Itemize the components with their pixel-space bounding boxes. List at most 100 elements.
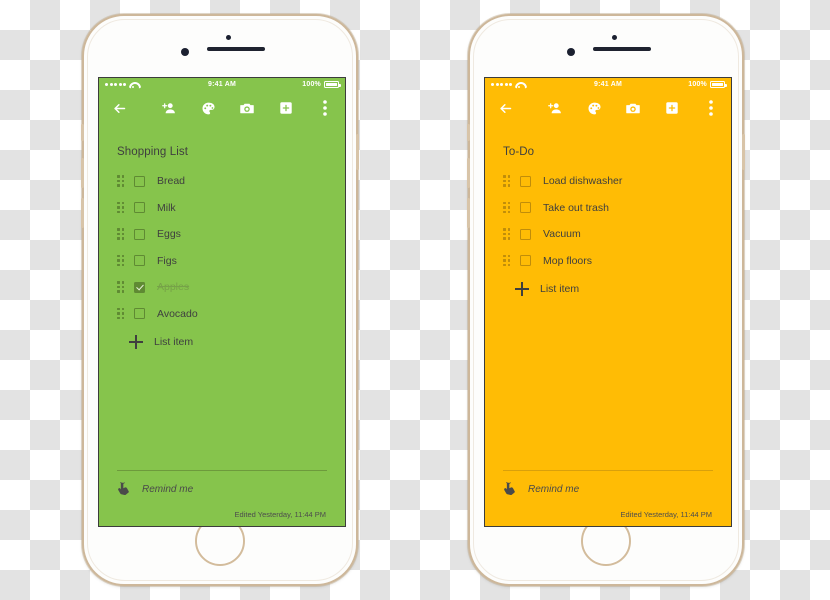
pointing-finger-icon: [503, 481, 516, 496]
add-list-item-label[interactable]: List item: [540, 283, 579, 295]
checklist-item[interactable]: Figs: [117, 248, 327, 275]
checklist-item-label[interactable]: Apples: [157, 281, 189, 293]
power-hardware-button[interactable]: [742, 134, 745, 170]
add-list-item-label[interactable]: List item: [154, 336, 193, 348]
pointing-finger-icon: [117, 481, 130, 496]
checklist-item-label[interactable]: Take out trash: [543, 202, 609, 214]
drag-handle-icon[interactable]: [503, 254, 513, 267]
toolbar-actions: [544, 97, 722, 119]
remind-me-label: Remind me: [528, 483, 580, 495]
plus-icon[interactable]: [129, 335, 143, 350]
proximity-sensor-icon: [226, 35, 231, 40]
footer-divider: [117, 470, 327, 471]
checkbox[interactable]: [134, 202, 145, 214]
earpiece-speaker: [593, 47, 651, 51]
remind-me-button[interactable]: Remind me: [503, 481, 713, 496]
checklist-item-label[interactable]: Load dishwasher: [543, 175, 622, 187]
add-list-item-row[interactable]: List item: [117, 329, 327, 356]
checkbox[interactable]: [520, 228, 531, 240]
note-body: To-Do Load dishwasher Take out trash Vacuum…: [485, 125, 731, 526]
add-list-item-row[interactable]: List item: [503, 276, 713, 303]
checkbox[interactable]: [134, 308, 145, 320]
note-footer: Remind me Edited Yesterday, 11:44 PM: [503, 470, 713, 526]
back-button[interactable]: [108, 97, 130, 119]
checklist-item-label[interactable]: Eggs: [157, 228, 181, 240]
status-bar-time: 9:41 AM: [208, 81, 236, 88]
checkbox[interactable]: [520, 255, 531, 267]
checklist-item[interactable]: Eggs: [117, 221, 327, 248]
note-toolbar: [99, 91, 345, 125]
checkbox[interactable]: [520, 202, 531, 214]
checklist-item[interactable]: Take out trash: [503, 195, 713, 222]
add-person-icon[interactable]: [544, 97, 566, 119]
palette-icon[interactable]: [583, 97, 605, 119]
camera-icon[interactable]: [622, 97, 644, 119]
checklist-item-label[interactable]: Mop floors: [543, 255, 592, 267]
back-button[interactable]: [494, 97, 516, 119]
voldn-hardware-button[interactable]: [81, 198, 84, 228]
drag-handle-icon[interactable]: [117, 228, 127, 240]
camera-icon[interactable]: [236, 97, 258, 119]
voldn-hardware-button[interactable]: [467, 198, 470, 228]
checklist-item[interactable]: Mop floors: [503, 248, 713, 275]
drag-handle-icon[interactable]: [503, 175, 513, 187]
checklist-item[interactable]: Vacuum: [503, 221, 713, 248]
phone-left: 9:41 AM 100% Shopping List Bread Milk Eggs Fig…: [81, 14, 359, 586]
checklist-item-label[interactable]: Vacuum: [543, 228, 581, 240]
edited-timestamp: Edited Yesterday, 11:44 PM: [234, 510, 326, 519]
drag-handle-icon[interactable]: [117, 175, 127, 187]
phone-screen: 9:41 AM 100% Shopping List Bread Milk Eggs Fig…: [98, 77, 346, 527]
power-hardware-button[interactable]: [356, 134, 359, 170]
checklist-item[interactable]: Load dishwasher: [503, 168, 713, 195]
remind-me-label: Remind me: [142, 483, 194, 495]
overflow-menu-icon[interactable]: [700, 97, 722, 119]
checkbox[interactable]: [134, 175, 145, 187]
add-box-icon[interactable]: [275, 97, 297, 119]
silent-hardware-button[interactable]: [467, 124, 470, 141]
checklist-item-label[interactable]: Bread: [157, 175, 185, 187]
edited-timestamp: Edited Yesterday, 11:44 PM: [620, 510, 712, 519]
add-person-icon[interactable]: [158, 97, 180, 119]
note-title[interactable]: Shopping List: [117, 146, 327, 158]
status-bar: 9:41 AM 100%: [485, 78, 731, 91]
drag-handle-icon[interactable]: [117, 281, 127, 293]
phone-screen: 9:41 AM 100% To-Do Load dishwasher Take out …: [484, 77, 732, 527]
toolbar-actions: [158, 97, 336, 119]
checklist-item[interactable]: Apples: [117, 274, 327, 301]
checkbox[interactable]: [134, 255, 145, 267]
checklist-item-label[interactable]: Milk: [157, 202, 176, 214]
checklist-item-label[interactable]: Figs: [157, 255, 177, 267]
drag-handle-icon[interactable]: [503, 228, 513, 240]
silent-hardware-button[interactable]: [81, 124, 84, 141]
battery-icon: [710, 81, 727, 88]
note-title[interactable]: To-Do: [503, 146, 713, 158]
overflow-menu-icon[interactable]: [314, 97, 336, 119]
note-footer: Remind me Edited Yesterday, 11:44 PM: [117, 470, 327, 526]
note-body: Shopping List Bread Milk Eggs Figs Apples Avoc…: [99, 125, 345, 526]
volup-hardware-button[interactable]: [81, 158, 84, 188]
remind-me-button[interactable]: Remind me: [117, 481, 327, 496]
front-camera-icon: [567, 48, 575, 56]
checklist-item[interactable]: Milk: [117, 195, 327, 222]
checklist: Bread Milk Eggs Figs Apples Avocado List item: [117, 168, 327, 356]
drag-handle-icon[interactable]: [117, 254, 127, 267]
volup-hardware-button[interactable]: [467, 158, 470, 188]
checklist-item[interactable]: Avocado: [117, 301, 327, 328]
phone-right: 9:41 AM 100% To-Do Load dishwasher Take out …: [467, 14, 745, 586]
checkbox[interactable]: [134, 281, 145, 293]
checklist-item[interactable]: Bread: [117, 168, 327, 195]
plus-icon[interactable]: [515, 282, 529, 297]
status-bar: 9:41 AM 100%: [99, 78, 345, 91]
checklist-item-label[interactable]: Avocado: [157, 308, 198, 320]
checklist: Load dishwasher Take out trash Vacuum Mop f…: [503, 168, 713, 303]
drag-handle-icon[interactable]: [117, 307, 127, 320]
proximity-sensor-icon: [612, 35, 617, 40]
checkbox[interactable]: [134, 228, 145, 240]
checkbox[interactable]: [520, 175, 531, 187]
add-box-icon[interactable]: [661, 97, 683, 119]
front-camera-icon: [181, 48, 189, 56]
drag-handle-icon[interactable]: [117, 201, 127, 214]
palette-icon[interactable]: [197, 97, 219, 119]
battery-icon: [324, 81, 341, 88]
drag-handle-icon[interactable]: [503, 201, 513, 214]
